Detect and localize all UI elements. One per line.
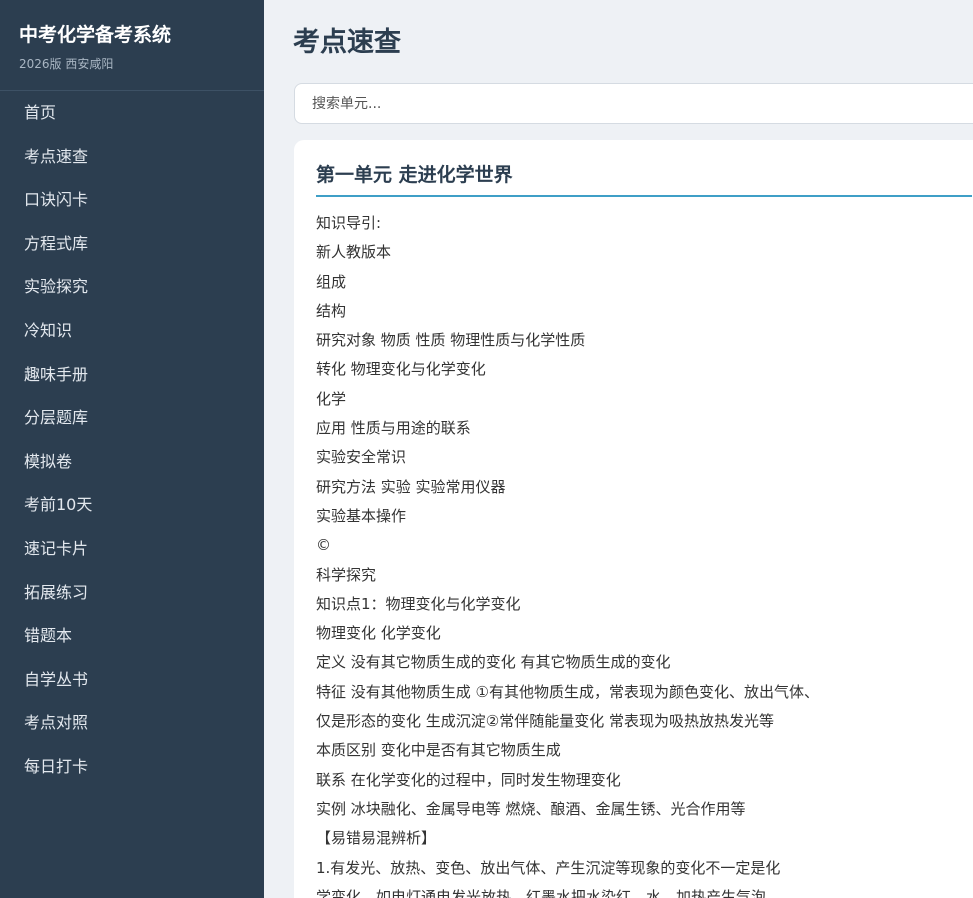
sidebar-item-fun-handbook[interactable]: 趣味手册 <box>0 353 264 397</box>
app-subtitle: 2026版 西安咸阳 <box>19 57 114 71</box>
app-title: 中考化学备考系统 <box>19 24 172 46</box>
content-line: 结构 <box>316 301 347 320</box>
sidebar-item-tiered-questions[interactable]: 分层题库 <box>0 396 264 440</box>
content-line: 研究对象 物质 性质 物理性质与化学性质 <box>316 331 586 350</box>
content-line: 定义 没有其它物质生成的变化 有其它物质生成的变化 <box>316 653 671 672</box>
sidebar-item-memory-cards[interactable]: 速记卡片 <box>0 527 264 571</box>
content-line: 知识导引: <box>316 214 382 232</box>
content-line: 特征 没有其他物质生成 ①有其他物质生成，常表现为颜色变化、放出气体、 <box>316 682 819 701</box>
content-line: 科学探究 <box>316 565 377 584</box>
content-line: 实验安全常识 <box>316 448 407 467</box>
content-line: 应用 性质与用途的联系 <box>316 419 471 438</box>
content-line: 实例 冰块融化、金属导电等 燃烧、酿酒、金属生锈、光合作用等 <box>316 799 746 818</box>
content-line: 【易错易混辨析】 <box>316 829 437 848</box>
sidebar-item-trivia[interactable]: 冷知识 <box>0 309 264 353</box>
sidebar-item-experiments[interactable]: 实验探究 <box>0 265 264 309</box>
sidebar-item-mistake-book[interactable]: 错题本 <box>0 614 264 658</box>
content-line: 联系 在化学变化的过程中，同时发生物理变化 <box>316 770 621 789</box>
sidebar-item-daily-checkin[interactable]: 每日打卡 <box>0 745 264 789</box>
content-line: 物理变化 化学变化 <box>316 624 441 643</box>
sidebar-item-home[interactable]: 首页 <box>0 91 264 135</box>
content-line: 仅是形态的变化 生成沉淀②常伴随能量变化 常表现为吸热放热发光等 <box>316 712 774 731</box>
content-line: © <box>316 536 331 555</box>
content-line: 化学 <box>316 389 347 408</box>
content-line: 实验基本操作 <box>316 506 407 525</box>
content-line: 本质区别 变化中是否有其它物质生成 <box>316 741 561 760</box>
content-line: 学变化，如电灯通电发光放热、红墨水把水染红、水、加热产生气泡 <box>316 887 767 898</box>
unit-card: 第一单元 走进化学世界 知识导引: 新人教版本 组成 结构 研究对象 物质 性质… <box>294 140 973 898</box>
sidebar-item-topic-comparison[interactable]: 考点对照 <box>0 701 264 745</box>
sidebar-nav: 首页 考点速查 口诀闪卡 方程式库 实验探究 冷知识 趣味手册 分层题库 模拟卷… <box>0 91 264 789</box>
sidebar-item-mnemonic-flashcards[interactable]: 口诀闪卡 <box>0 178 264 222</box>
sidebar-item-extension-practice[interactable]: 拓展练习 <box>0 571 264 615</box>
content-line: 知识点1：物理变化与化学变化 <box>316 594 521 613</box>
unit-title: 第一单元 走进化学世界 <box>316 162 972 197</box>
sidebar-item-mock-exams[interactable]: 模拟卷 <box>0 440 264 484</box>
sidebar-item-final-10-days[interactable]: 考前10天 <box>0 483 264 527</box>
content-line: 研究方法 实验 实验常用仪器 <box>316 477 506 496</box>
sidebar-item-quick-lookup[interactable]: 考点速查 <box>0 135 264 179</box>
content-line: 1.有发光、放热、变色、放出气体、产生沉淀等现象的变化不一定是化 <box>316 858 781 877</box>
unit-content: 知识导引: 新人教版本 组成 结构 研究对象 物质 性质 物理性质与化学性质 转… <box>316 209 972 898</box>
page-title: 考点速查 <box>293 27 401 58</box>
content-line: 新人教版本 <box>316 243 392 262</box>
content-line: 组成 <box>316 272 347 291</box>
main-content: 考点速查 第一单元 走进化学世界 知识导引: 新人教版本 组成 结构 研究对象 … <box>264 0 973 898</box>
sidebar-item-equation-library[interactable]: 方程式库 <box>0 222 264 266</box>
content-line: 转化 物理变化与化学变化 <box>316 360 486 379</box>
brand: 中考化学备考系统 2026版 西安咸阳 <box>0 0 264 91</box>
sidebar: 中考化学备考系统 2026版 西安咸阳 首页 考点速查 口诀闪卡 方程式库 实验… <box>0 0 264 898</box>
sidebar-item-self-study-books[interactable]: 自学丛书 <box>0 658 264 702</box>
search-input[interactable] <box>294 83 973 124</box>
